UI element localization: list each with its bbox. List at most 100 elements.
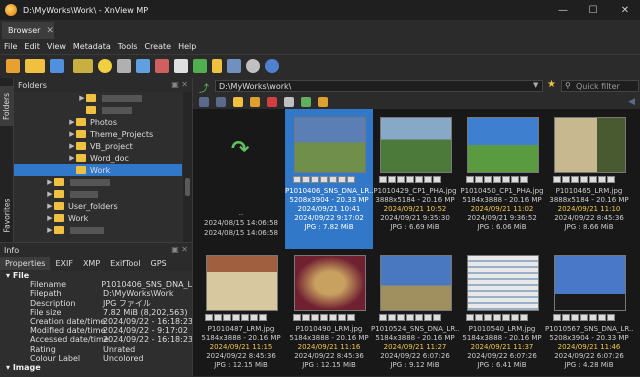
back-icon[interactable] xyxy=(199,96,209,107)
app-logo-icon xyxy=(5,4,17,16)
section-header-image[interactable]: ▾ Image xyxy=(0,363,192,372)
folder-icon xyxy=(76,142,86,150)
forward-icon[interactable] xyxy=(216,96,226,107)
tree-row-selected[interactable]: Work xyxy=(14,164,182,176)
file-badges-icon xyxy=(553,176,616,183)
folders-title: Folders xyxy=(18,80,47,90)
thumbnail-item[interactable]: P1010465_LRM.jpg 3888x5184 - 20.16 MP 20… xyxy=(545,109,633,249)
batch-icon[interactable] xyxy=(174,58,188,73)
folders-scrollbar[interactable] xyxy=(183,92,192,242)
thumbnail-item[interactable]: P1010450_CP1_PHA.jpg 5184x3888 - 20.16 M… xyxy=(458,109,546,249)
tree-row[interactable]: ▶ xyxy=(14,176,182,188)
file-badges-icon xyxy=(379,176,442,183)
tab-browser[interactable]: Browser ✕ xyxy=(2,22,54,39)
thumbnail-item[interactable]: P1010540_LRM.jpg 5184x3888 - 20.16 MP 20… xyxy=(458,247,546,376)
panel-controls-icon[interactable]: ▣ ✕ xyxy=(171,80,188,89)
file-badges-icon xyxy=(379,314,442,321)
slideshow-icon[interactable] xyxy=(193,58,207,73)
menu-metadata[interactable]: Metadata xyxy=(73,42,111,51)
star-icon[interactable] xyxy=(98,58,112,73)
up-folder-icon[interactable]: ⤴ xyxy=(199,80,209,95)
folder-icon[interactable] xyxy=(25,58,45,73)
open-icon[interactable] xyxy=(6,58,20,73)
folder-icon xyxy=(86,94,96,102)
menu-tools[interactable]: Tools xyxy=(118,42,138,51)
thumbnail-grid: ↷ .. 2024/08/15 14:06:58 2024/08/15 14:0… xyxy=(193,109,640,376)
section-header-file[interactable]: ▾ File xyxy=(0,271,192,280)
tab-exiftool[interactable]: ExifTool xyxy=(105,257,145,270)
left-side-tabs: Folders Favorites xyxy=(0,78,14,242)
maximize-button[interactable]: ☐ xyxy=(578,0,608,20)
sort-icon[interactable] xyxy=(301,96,311,107)
tab-xmp[interactable]: XMP xyxy=(78,257,105,270)
tree-row[interactable]: ▶ User_folders xyxy=(14,200,182,212)
tree-row[interactable]: ▶ Photos xyxy=(14,116,182,128)
minimize-button[interactable]: — xyxy=(548,0,578,20)
move-to-icon[interactable] xyxy=(250,96,260,107)
property-row: Creation date/time 2024/09/22 - 16:18:23 xyxy=(30,317,192,327)
thumbnail-image xyxy=(554,117,626,173)
quick-filter-input[interactable]: ⚲ Quick filter xyxy=(561,80,639,92)
tab-browser-label: Browser xyxy=(8,26,41,35)
thumbnail-item-selected[interactable]: P1010406_SNS_DNA_LR... 5208x3904 - 20.33… xyxy=(285,109,373,249)
path-input[interactable]: D:\MyWorks\work\ xyxy=(215,80,543,92)
refresh-icon[interactable] xyxy=(50,58,64,73)
thumbnail-image xyxy=(380,117,452,173)
file-badges-icon xyxy=(553,314,616,321)
copy-icon[interactable] xyxy=(117,58,131,73)
thumbnail-item[interactable]: P1010429_CP1_PHA.jpg 3888x5184 - 20.16 M… xyxy=(371,109,459,249)
thumbnail-image xyxy=(554,255,626,311)
menu-view[interactable]: View xyxy=(47,42,66,51)
help-icon[interactable] xyxy=(265,58,279,73)
folder-icon xyxy=(86,106,96,114)
panel-toggle-icon[interactable]: ◀ xyxy=(628,97,635,107)
thumbnail-item[interactable]: P1010524_SNS_DNA_LR... 5184x3888 - 20.16… xyxy=(371,247,459,376)
tree-row[interactable]: ▶ Work xyxy=(14,212,182,224)
thumbnail-item[interactable]: P1010487_LRM.jpg 5184x3888 - 20.16 MP 20… xyxy=(197,247,285,376)
thumbnail-item[interactable]: P1010567_SNS_DNA_LR... 5208x3904 - 20.33… xyxy=(545,247,633,376)
layout-icon[interactable] xyxy=(227,58,241,73)
menu-file[interactable]: File xyxy=(4,42,17,51)
folder-icon xyxy=(76,130,86,138)
side-tab-folders[interactable]: Folders xyxy=(0,86,14,126)
thumbnail-parent-folder[interactable]: ↷ .. 2024/08/15 14:06:58 2024/08/15 14:0… xyxy=(197,109,285,249)
tab-gps[interactable]: GPS xyxy=(146,257,172,270)
close-window-button[interactable]: ✕ xyxy=(610,0,640,20)
tag-icon[interactable] xyxy=(73,58,93,73)
scrollbar-thumb[interactable] xyxy=(185,178,190,196)
property-row: Filepath D:\MyWorks\Work xyxy=(30,289,174,299)
tree-row[interactable]: ▶ xyxy=(14,188,182,200)
folders-header: Folders ▣ ✕ xyxy=(14,78,192,92)
chevron-down-icon[interactable]: ▼ xyxy=(533,81,538,89)
move-icon[interactable] xyxy=(212,58,222,73)
tree-row[interactable]: ▶ Word_doc xyxy=(14,152,182,164)
tab-exif[interactable]: EXIF xyxy=(50,257,78,270)
property-row: Colour Label Uncolored xyxy=(30,353,144,363)
delete-icon[interactable] xyxy=(267,96,277,107)
menu-help[interactable]: Help xyxy=(178,42,196,51)
settings-icon[interactable] xyxy=(246,58,260,73)
file-badges-icon xyxy=(205,314,268,321)
view-mode-icon[interactable] xyxy=(284,96,294,107)
convert-icon[interactable] xyxy=(136,58,150,73)
close-tab-icon[interactable]: ✕ xyxy=(46,26,54,36)
menu-create[interactable]: Create xyxy=(144,42,171,51)
favorite-star-icon[interactable]: ★ xyxy=(547,79,556,90)
thumbnail-image xyxy=(467,117,539,173)
tree-row[interactable]: ▶ Theme_Projects xyxy=(14,128,182,140)
panel-controls-icon[interactable]: ▣ ✕ xyxy=(171,245,188,254)
tab-properties[interactable]: Properties xyxy=(0,257,51,270)
tree-row[interactable]: ▶ xyxy=(14,92,182,104)
tree-row[interactable]: ▶ VB_project xyxy=(14,140,182,152)
thumbnail-item[interactable]: P1010490_LRM.jpg 5184x3888 - 20.16 MP 20… xyxy=(285,247,373,376)
side-tab-favorites[interactable]: Favorites xyxy=(0,190,14,240)
edit-icon[interactable] xyxy=(155,58,169,73)
filter-icon[interactable] xyxy=(318,96,328,107)
folder-icon xyxy=(76,118,86,126)
thumbnail-image xyxy=(467,255,539,311)
info-panel: Info ▣ ✕ Properties EXIF XMP ExifTool GP… xyxy=(0,242,192,377)
new-folder-icon[interactable] xyxy=(233,96,243,107)
menu-edit[interactable]: Edit xyxy=(24,42,40,51)
tree-row[interactable] xyxy=(14,104,182,116)
tree-row[interactable]: ▶ xyxy=(14,224,182,236)
